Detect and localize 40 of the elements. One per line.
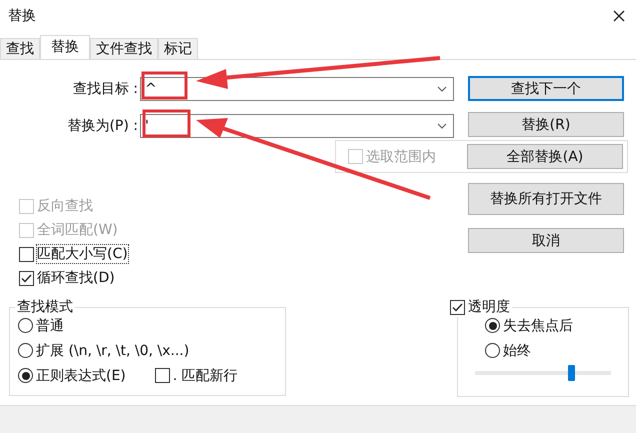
radio-button[interactable] [18,318,33,333]
field-label: 替换为(P) : [66,117,139,135]
checkbox-label: . 匹配新行 [172,366,238,384]
checkbox-label: 循环查找(D) [37,269,115,287]
tab[interactable]: 替换 [40,35,90,59]
radio-label: 扩展 (\n, \r, \t, \0, \x...) [36,342,190,360]
tab[interactable]: 标记 [158,38,198,59]
radio-button[interactable] [18,343,33,358]
checkbox-label: 反向查找 [37,197,93,215]
combo-field[interactable]: ' [140,114,454,138]
checkbox[interactable] [450,300,465,314]
checkbox-label: 全词匹配(W) [37,221,118,239]
dialog-button[interactable]: 替换所有打开文件 [468,183,624,215]
radio-label: 正则表达式(E) [36,366,126,384]
radio-button[interactable] [485,318,500,333]
window-title: 替换 [8,7,36,25]
close-icon[interactable] [613,10,625,22]
combo-field[interactable]: ^ [140,77,454,101]
radio-label: 失去焦点后 [503,316,573,334]
highlight-box [142,72,188,100]
highlight-box [142,110,190,138]
checkbox[interactable] [19,270,34,286]
dialog-button[interactable]: 取消 [468,228,624,253]
dropdown-icon[interactable] [437,123,447,129]
field-label: 查找目标 : [72,80,139,98]
checkbox-label: 匹配大小写(C) [37,245,128,263]
tab[interactable]: 查找 [0,38,40,59]
checkbox-label: 透明度 [468,298,510,316]
radio-label: 普通 [36,316,64,334]
checkbox[interactable] [19,246,34,262]
checkbox[interactable] [154,368,170,383]
slider-thumb[interactable] [568,365,575,381]
dropdown-icon[interactable] [437,86,447,92]
radio-button[interactable] [18,368,33,383]
dialog-button[interactable]: 替换(R) [468,112,624,137]
radio-button[interactable] [485,343,500,358]
dialog-button[interactable]: 查找下一个 [468,76,624,101]
radio-label: 始终 [503,342,531,360]
checkbox-label: 选取范围内 [366,148,436,166]
tab[interactable]: 文件查找 [90,38,158,59]
